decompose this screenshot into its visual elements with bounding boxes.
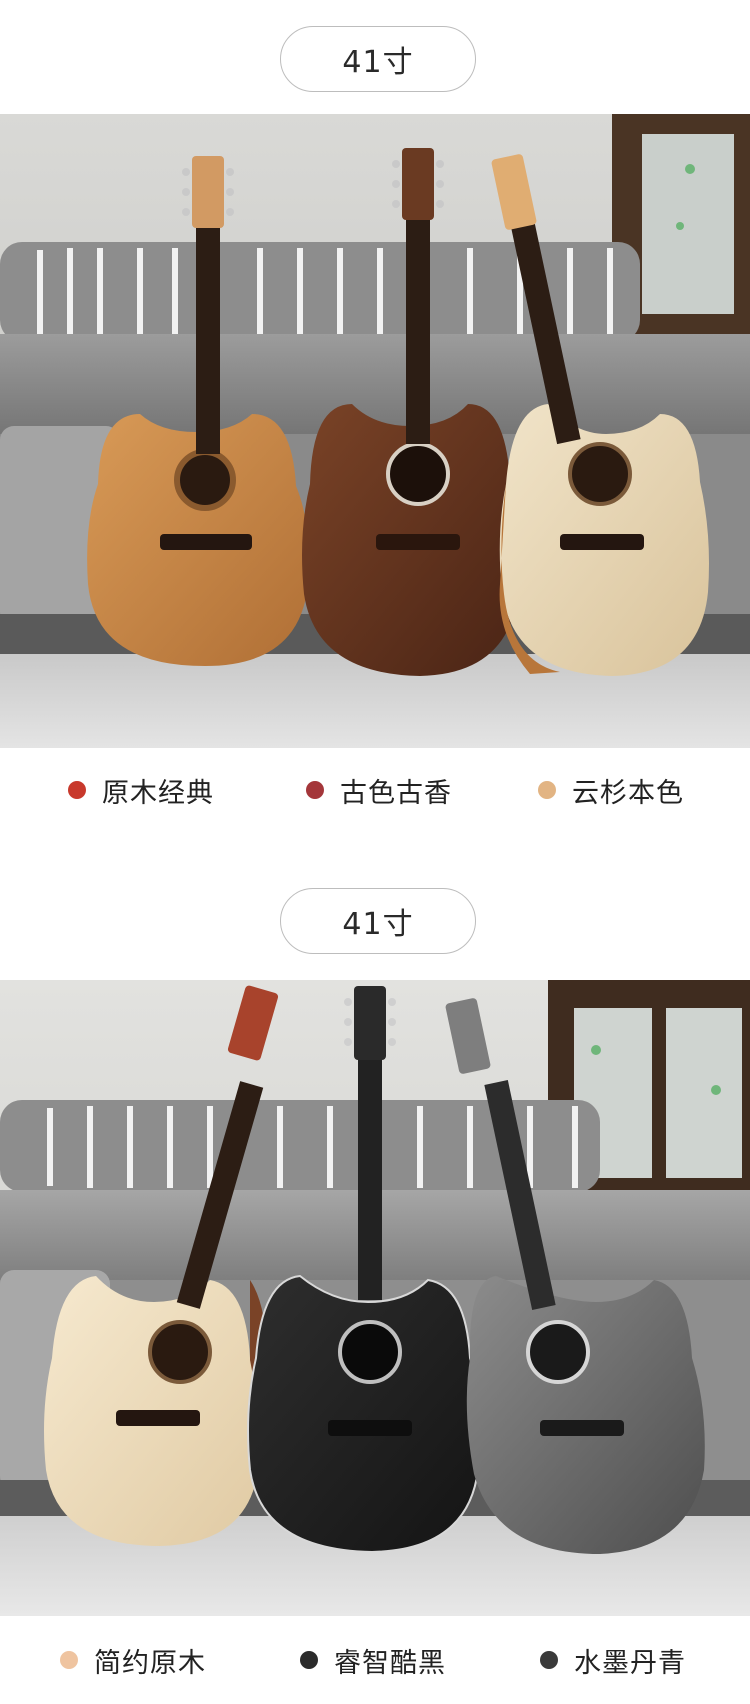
- size-label-pill: 41寸: [280, 888, 476, 954]
- variant-item[interactable]: 水墨丹青: [540, 1630, 686, 1690]
- color-dot: [540, 1651, 558, 1669]
- variant-label: 睿智酷黑: [334, 1647, 446, 1679]
- variant-label: 云杉本色: [572, 777, 684, 809]
- size-label: 41寸: [342, 907, 414, 942]
- variant-item[interactable]: 云杉本色: [538, 760, 684, 820]
- variant-label: 原木经典: [102, 777, 214, 809]
- variant-label: 古色古香: [340, 777, 452, 809]
- color-dot: [60, 1651, 78, 1669]
- color-legend-1: 原木经典 古色古香 云杉本色: [0, 760, 750, 820]
- variant-item[interactable]: 古色古香: [306, 760, 452, 820]
- color-dot: [68, 781, 86, 799]
- color-dot: [538, 781, 556, 799]
- variant-item[interactable]: 原木经典: [68, 760, 214, 820]
- variant-item[interactable]: 睿智酷黑: [300, 1630, 446, 1690]
- variant-label: 水墨丹青: [574, 1647, 686, 1679]
- color-legend-2: 简约原木 睿智酷黑 水墨丹青: [0, 1630, 750, 1690]
- color-dot: [306, 781, 324, 799]
- size-label-pill: 41寸: [280, 26, 476, 92]
- variant-label: 简约原木: [94, 1647, 206, 1679]
- size-label: 41寸: [342, 45, 414, 80]
- product-photo-1: [0, 114, 750, 748]
- variant-item[interactable]: 简约原木: [60, 1630, 206, 1690]
- product-photo-2: [0, 980, 750, 1616]
- color-dot: [300, 1651, 318, 1669]
